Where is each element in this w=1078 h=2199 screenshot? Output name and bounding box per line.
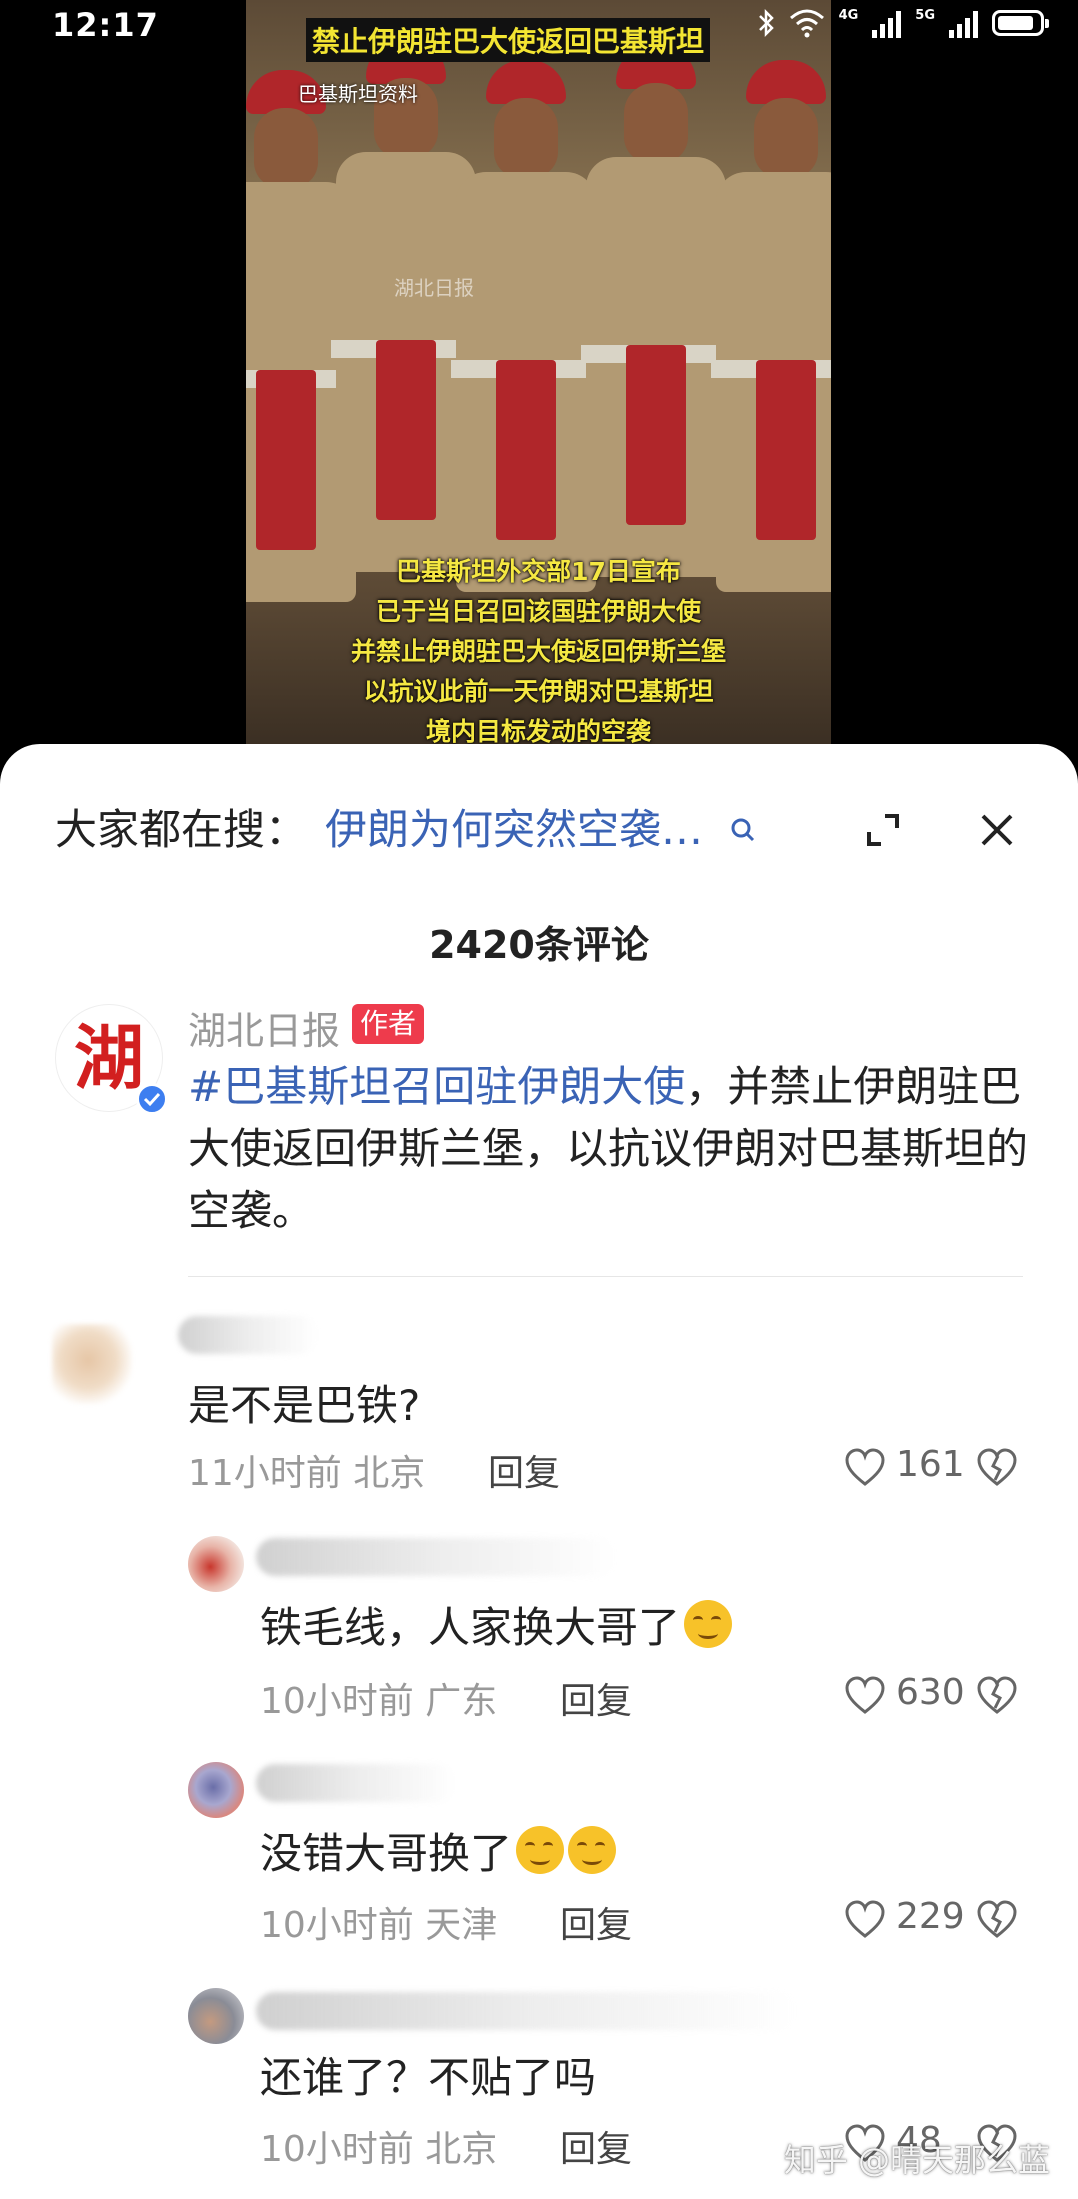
comment-time: 10小时前 北京 (260, 2129, 498, 2170)
like-count: 630 (896, 1672, 965, 1713)
dislike-icon[interactable] (976, 1676, 1018, 1716)
divider (188, 1276, 1023, 1277)
author-badge: 作者 (352, 1004, 425, 1044)
video-caption: 巴基斯坦外交部17日宣布 已于当日召回该国驻伊朗大使 并禁止伊朗驻巴大使返回伊斯… (246, 552, 831, 745)
comment-avatar[interactable] (188, 1988, 244, 2044)
trending-search[interactable]: 大家都在搜： 伊朗为何突然空袭… (55, 800, 1023, 860)
comment-text: 是不是巴铁? (188, 1381, 421, 1430)
comment-username[interactable] (256, 1538, 616, 1576)
reply-button[interactable]: 回复 (560, 1896, 632, 1948)
caption-line: 境内目标发动的空袭 (425, 717, 651, 745)
smile-emoji-icon (684, 1600, 733, 1648)
caption-line: 巴基斯坦外交部17日宣布 (396, 557, 681, 586)
author-name[interactable]: 湖北日报 (188, 1000, 340, 1055)
signal-1-label: 4G (838, 8, 859, 23)
video-player[interactable]: 禁止伊朗驻巴大使返回巴基斯坦 巴基斯坦资料 湖北日报 巴基斯坦外交部17日宣布 … (246, 0, 831, 745)
wifi-icon (789, 9, 824, 38)
battery-icon (992, 10, 1049, 36)
like-icon[interactable] (844, 1900, 886, 1940)
comment-username[interactable] (256, 1992, 796, 2030)
like-count: 229 (896, 1896, 965, 1937)
caption-line: 已于当日召回该国驻伊朗大使 (375, 597, 701, 626)
comment-avatar[interactable] (188, 1762, 244, 1818)
comment-count: 2420条评论 (429, 923, 649, 967)
comment-time: 11小时前 北京 (188, 1453, 426, 1494)
search-icon[interactable] (727, 814, 759, 846)
comment-text: 没错大哥换了 (260, 1820, 617, 1881)
like-icon[interactable] (844, 1448, 886, 1488)
status-time: 12:17 (52, 6, 159, 44)
post-hashtag[interactable]: #巴基斯坦召回驻伊朗大使 (188, 1062, 685, 1111)
signal-2-label: 5G (915, 8, 935, 23)
like-count: 161 (896, 1444, 965, 1485)
signal-1-icon (872, 8, 902, 38)
signal-2-icon (949, 8, 978, 38)
expand-icon[interactable] (863, 810, 903, 850)
comment-text: 铁毛线，人家换大哥了 (260, 1594, 733, 1655)
trending-search-label: 大家都在搜： (55, 805, 308, 854)
smile-emoji-icon (516, 1826, 565, 1874)
video-watermark: 湖北日报 (394, 276, 474, 300)
reply-button[interactable]: 回复 (560, 2120, 632, 2172)
close-icon[interactable] (977, 810, 1017, 850)
like-icon[interactable] (844, 1676, 886, 1716)
comment-time: 10小时前 天津 (260, 1905, 498, 1946)
dislike-icon[interactable] (976, 1448, 1018, 1488)
video-source: 巴基斯坦资料 (298, 82, 418, 106)
trending-search-term[interactable]: 伊朗为何突然空袭… (325, 800, 703, 860)
reply-button[interactable]: 回复 (488, 1444, 560, 1496)
status-icons: 4G 5G (757, 8, 1049, 38)
comment-avatar[interactable] (188, 1536, 244, 1592)
caption-line: 并禁止伊朗驻巴大使返回伊斯兰堡 (350, 637, 726, 666)
comment-avatar[interactable] (52, 1324, 132, 1404)
comment-text: 还谁了？不贴了吗 (260, 2053, 597, 2102)
author-avatar[interactable]: 湖 (55, 1004, 168, 1115)
comment-time: 10小时前 广东 (260, 1681, 498, 1722)
reply-button[interactable]: 回复 (560, 1672, 632, 1724)
comment-username[interactable] (256, 1764, 456, 1802)
bluetooth-icon (758, 8, 774, 38)
dislike-icon[interactable] (976, 1900, 1018, 1940)
comment-username[interactable] (178, 1316, 318, 1354)
verified-icon (136, 1083, 168, 1115)
video-figure (706, 60, 831, 620)
caption-line: 以抗议此前一天伊朗对巴基斯坦 (363, 677, 714, 706)
zhihu-watermark: 知乎 @晴天那么蓝 (783, 2141, 1050, 2179)
comments-sheet: 大家都在搜： 伊朗为何突然空袭… 2420条评论 湖 湖北日报 作者 #巴基斯坦… (0, 744, 1078, 2199)
post-text: #巴基斯坦召回驻伊朗大使，并禁止伊朗驻巴大使返回伊斯兰堡，以抗议伊朗对巴基斯坦的… (188, 1056, 1028, 1242)
status-bar: 12:17 4G 5G (0, 0, 1078, 50)
smile-emoji-icon (568, 1826, 617, 1874)
